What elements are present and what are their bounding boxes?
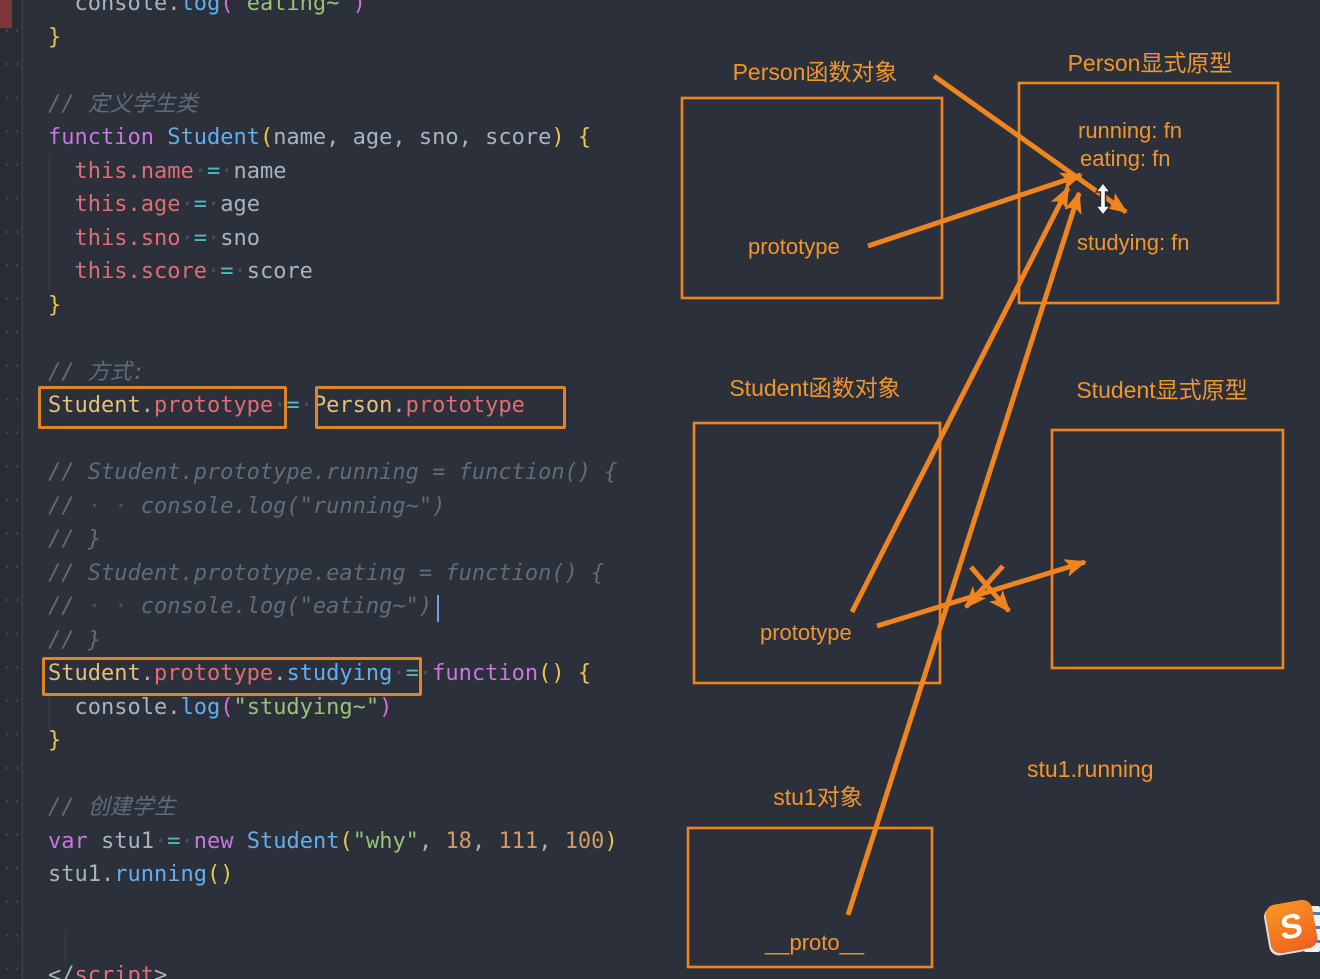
x-crossout-stroke-1 [971, 567, 1009, 611]
label-eating-fn: eating: fn [1080, 146, 1171, 171]
code-line[interactable]: console.log("eating~") [48, 0, 668, 21]
code-line[interactable]: this.score·=·score [48, 255, 668, 289]
label-running-fn: running: fn [1078, 118, 1182, 143]
code-editor[interactable]: console.log("eating~")} // 定义学生类function … [48, 0, 668, 979]
label-student-prototype-slot: prototype [760, 620, 852, 645]
code-annotation-box-studying [42, 657, 422, 696]
code-line[interactable] [48, 892, 668, 926]
logo-letter: S [1279, 907, 1304, 945]
code-line[interactable]: var stu1·=·new Student("why", 18, 111, 1… [48, 825, 668, 859]
code-line[interactable]: // · · console.log("eating~") [48, 590, 668, 624]
label-person-explicit-prototype: Person显式原型 [1068, 50, 1233, 76]
code-line[interactable] [48, 758, 668, 792]
code-line[interactable] [48, 322, 668, 356]
code-line[interactable]: </script> [48, 959, 668, 979]
code-line[interactable]: stu1.running() [48, 858, 668, 892]
label-stu1-object: stu1对象 [773, 784, 862, 810]
code-line[interactable]: // } [48, 624, 668, 658]
code-line[interactable] [48, 54, 668, 88]
code-line[interactable]: this.sno·=·sno [48, 222, 668, 256]
student-explicit-prototype-box [1052, 430, 1283, 668]
code-line[interactable]: // 创建学生 [48, 791, 668, 825]
gutter-dots [1, 0, 20, 979]
arrow-personfn-to-prototype-members [934, 76, 1126, 212]
label-stu1-proto-slot: __proto__ [764, 930, 865, 955]
x-crossout-stroke-2 [966, 566, 1003, 607]
arrow-student-prototype-new-link [852, 188, 1068, 612]
stu1-object-box [688, 828, 932, 967]
student-function-object-box [694, 423, 940, 683]
code-line[interactable]: function Student(name, age, sno, score) … [48, 121, 668, 155]
code-line[interactable]: // · · console.log("running~") [48, 490, 668, 524]
code-line[interactable]: } [48, 289, 668, 323]
code-line[interactable] [48, 925, 668, 959]
arrow-person-prototype-link [868, 175, 1081, 246]
label-stu1-running-call: stu1.running [1027, 756, 1154, 782]
code-annotation-box-person-prototype [315, 386, 566, 429]
code-annotation-box-student-prototype [38, 386, 287, 429]
person-explicit-prototype-box [1019, 83, 1278, 303]
mouse-resize-cursor [1096, 183, 1110, 215]
code-line[interactable]: // } [48, 523, 668, 557]
code-line[interactable]: // 定义学生类 [48, 88, 668, 122]
code-line[interactable]: // 方式: [48, 356, 668, 390]
code-line[interactable]: // Student.prototype.eating = function()… [48, 557, 668, 591]
logo-square: S [1264, 898, 1319, 954]
code-line[interactable]: } [48, 21, 668, 55]
label-student-function-object: Student函数对象 [729, 375, 900, 401]
arrow-student-prototype-old-link [877, 562, 1085, 626]
person-function-object-box [682, 98, 942, 298]
arrow-stu1-proto-link [848, 193, 1079, 915]
text-cursor [437, 595, 439, 622]
ide-screenshot: console.log("eating~")} // 定义学生类function … [0, 0, 1320, 979]
code-line[interactable]: this.name·=·name [48, 155, 668, 189]
label-student-explicit-prototype: Student显式原型 [1076, 377, 1247, 403]
code-line[interactable]: } [48, 724, 668, 758]
code-line[interactable]: this.age·=·age [48, 188, 668, 222]
gutter-divider-line [22, 0, 23, 979]
label-person-prototype-slot: prototype [748, 234, 840, 259]
code-line[interactable]: // Student.prototype.running = function(… [48, 456, 668, 490]
label-person-function-object: Person函数对象 [733, 59, 898, 85]
label-studying-fn: studying: fn [1077, 230, 1190, 255]
red-corner-marker [0, 0, 12, 28]
